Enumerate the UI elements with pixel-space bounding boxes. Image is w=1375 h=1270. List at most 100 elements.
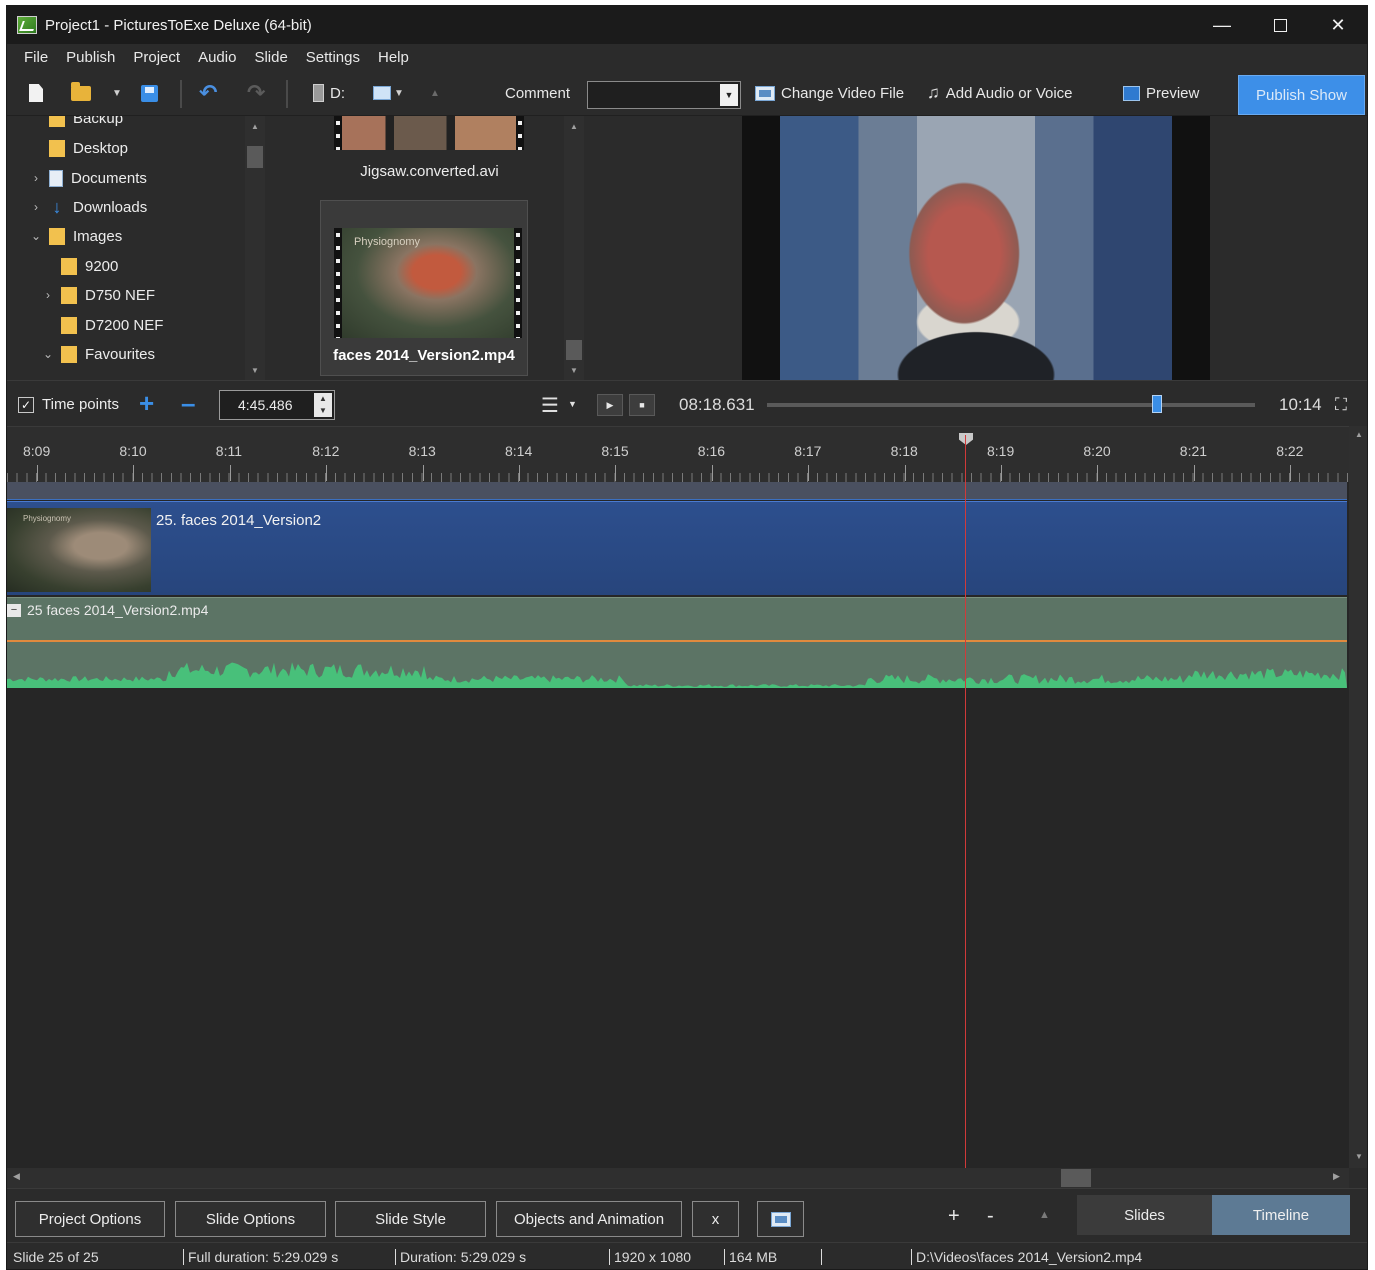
scrollbar-thumb[interactable]	[1061, 1169, 1091, 1187]
timeline-horizontal-scrollbar[interactable]: ◀ ▶	[7, 1168, 1349, 1188]
status-divider	[609, 1249, 610, 1265]
comment-dropdown-button[interactable]: ▼	[720, 84, 738, 106]
zoom-out-button[interactable]: -	[987, 1205, 994, 1228]
time-points-checkbox[interactable]: ✓	[18, 397, 34, 413]
publish-show-button[interactable]: Publish Show	[1238, 75, 1365, 115]
collapse-icon[interactable]: −	[7, 603, 21, 617]
scroll-left-icon[interactable]: ◀	[13, 1171, 20, 1182]
folder-icon	[61, 286, 77, 304]
time-point-spinner[interactable]: ▲ ▼	[314, 393, 332, 417]
minimize-button[interactable]: —	[1193, 6, 1251, 44]
video-thumbnail[interactable]	[334, 116, 524, 150]
scroll-up-icon[interactable]: ▲	[564, 120, 584, 134]
objects-and-animation-button[interactable]: Objects and Animation	[496, 1201, 682, 1237]
volume-envelope-line[interactable]	[7, 640, 1347, 642]
view-mode-dropdown[interactable]: ▼	[373, 78, 404, 108]
up-arrow-icon[interactable]: ▲	[1039, 1209, 1050, 1221]
folder-up-button[interactable]: ▲	[427, 78, 440, 108]
preview-button[interactable]: Preview	[1123, 78, 1199, 108]
tree-item-images[interactable]: ⌄ Images	[29, 222, 122, 250]
menu-list-icon[interactable]: ☰	[541, 393, 559, 418]
play-button[interactable]: ▶	[597, 394, 623, 416]
chevron-down-icon[interactable]: ⌄	[29, 229, 43, 243]
new-document-icon	[29, 84, 43, 102]
redo-button[interactable]: ↷	[247, 78, 265, 108]
chevron-right-icon[interactable]: ›	[41, 288, 55, 302]
new-project-button[interactable]	[29, 78, 43, 108]
menu-publish[interactable]: Publish	[57, 49, 124, 66]
tree-item-documents[interactable]: › Documents	[29, 164, 147, 192]
video-thumbnail: Physiognomy	[334, 228, 522, 338]
time-point-input[interactable]: 4:45.486 ▲ ▼	[219, 390, 335, 420]
scrollbar-thumb[interactable]	[247, 146, 263, 168]
tree-item-d7200-nef[interactable]: D7200 NEF	[41, 311, 163, 339]
close-slide-button[interactable]: x	[692, 1201, 739, 1237]
audio-track[interactable]: − 25 faces 2014_Version2.mp4	[7, 597, 1347, 688]
comment-combobox[interactable]: ▼	[587, 81, 741, 109]
chevron-down-icon[interactable]: ⌄	[41, 347, 55, 361]
remove-time-point-button[interactable]: –	[181, 388, 195, 419]
fullscreen-icon[interactable]: ⛶	[1335, 395, 1347, 415]
close-button[interactable]: ✕	[1309, 6, 1367, 44]
dropdown-arrow-icon[interactable]: ▼	[568, 399, 577, 409]
drive-selector[interactable]: D:	[313, 78, 345, 108]
menu-project[interactable]: Project	[124, 49, 189, 66]
tree-item-label: D7200 NEF	[85, 316, 164, 334]
change-video-file-button[interactable]: Change Video File	[755, 78, 904, 108]
tree-item-9200[interactable]: 9200	[41, 252, 118, 280]
maximize-button[interactable]	[1251, 6, 1309, 44]
file-item-selected[interactable]: Physiognomy faces 2014_Version2.mp4	[320, 200, 528, 376]
tree-item-favourites[interactable]: ⌄ Favourites	[41, 340, 155, 368]
zoom-in-button[interactable]: +	[948, 1205, 960, 1228]
scroll-down-icon[interactable]: ▼	[1349, 1152, 1367, 1166]
menu-help[interactable]: Help	[369, 49, 418, 66]
chevron-right-icon[interactable]: ›	[29, 171, 43, 185]
playback-slider-thumb[interactable]	[1152, 395, 1163, 413]
scrollbar-thumb[interactable]	[566, 340, 582, 360]
video-track[interactable]: Physiognomy 25. faces 2014_Version2	[7, 501, 1347, 595]
scroll-up-icon[interactable]: ▲	[1349, 430, 1367, 444]
add-time-point-button[interactable]: +	[139, 388, 154, 419]
tab-timeline[interactable]: Timeline	[1212, 1195, 1350, 1235]
drive-label: D:	[330, 84, 345, 102]
slide-preview-button[interactable]	[757, 1201, 804, 1237]
time-ruler[interactable]: 8:09 8:10 8:11 8:12 8:13 8:14 8:15 8:16 8:17 8:18…	[7, 427, 1349, 482]
playhead-line[interactable]	[965, 435, 966, 1169]
folder-icon	[61, 316, 77, 334]
project-options-button[interactable]: Project Options	[15, 1201, 165, 1237]
upper-panels: Backup Desktop › Documents › ↓ Downloads ⌄ I…	[7, 116, 1367, 380]
minimize-icon: —	[1213, 14, 1231, 35]
comment-label: Comment	[505, 84, 571, 102]
scroll-right-icon[interactable]: ▶	[1333, 1171, 1340, 1182]
tree-item-desktop[interactable]: Desktop	[29, 134, 128, 162]
file-name[interactable]: Jigsaw.converted.avi	[317, 163, 542, 180]
undo-button[interactable]: ↶	[199, 78, 217, 108]
folder-tree-scrollbar[interactable]: ▲ ▼	[245, 116, 265, 380]
save-button[interactable]	[141, 78, 158, 108]
slide-options-button[interactable]: Slide Options	[175, 1201, 326, 1237]
menu-settings[interactable]: Settings	[297, 49, 369, 66]
audio-waveform	[7, 662, 1347, 688]
change-video-file-label: Change Video File	[781, 84, 905, 102]
menu-audio[interactable]: Audio	[189, 49, 245, 66]
scroll-down-icon[interactable]: ▼	[564, 364, 584, 378]
dropdown-arrow-icon: ▼	[394, 87, 404, 99]
toolbar: ▼ ↶ ↷ D: ▼ ▲ Comment ▼ Change Video File…	[7, 70, 1367, 116]
scroll-up-icon[interactable]: ▲	[245, 120, 265, 134]
tree-item-d750-nef[interactable]: › D750 NEF	[41, 281, 155, 309]
playback-slider[interactable]	[767, 403, 1255, 407]
menu-slide[interactable]: Slide	[245, 49, 296, 66]
tree-item-backup[interactable]: Backup	[29, 116, 123, 132]
add-audio-button[interactable]: ♫ Add Audio or Voice	[927, 78, 1073, 108]
open-project-button[interactable]	[71, 78, 91, 108]
menu-file[interactable]: File	[15, 49, 57, 66]
timeline-vertical-scrollbar[interactable]: ▲ ▼	[1349, 426, 1367, 1168]
file-browser-scrollbar[interactable]: ▲ ▼	[564, 116, 584, 380]
scroll-down-icon[interactable]: ▼	[245, 364, 265, 378]
chevron-right-icon[interactable]: ›	[29, 200, 43, 214]
tab-slides[interactable]: Slides	[1077, 1195, 1212, 1235]
slide-style-button[interactable]: Slide Style	[335, 1201, 486, 1237]
tree-item-downloads[interactable]: › ↓ Downloads	[29, 193, 147, 221]
stop-button[interactable]: ■	[629, 394, 655, 416]
recent-projects-dropdown[interactable]: ▼	[109, 78, 122, 108]
